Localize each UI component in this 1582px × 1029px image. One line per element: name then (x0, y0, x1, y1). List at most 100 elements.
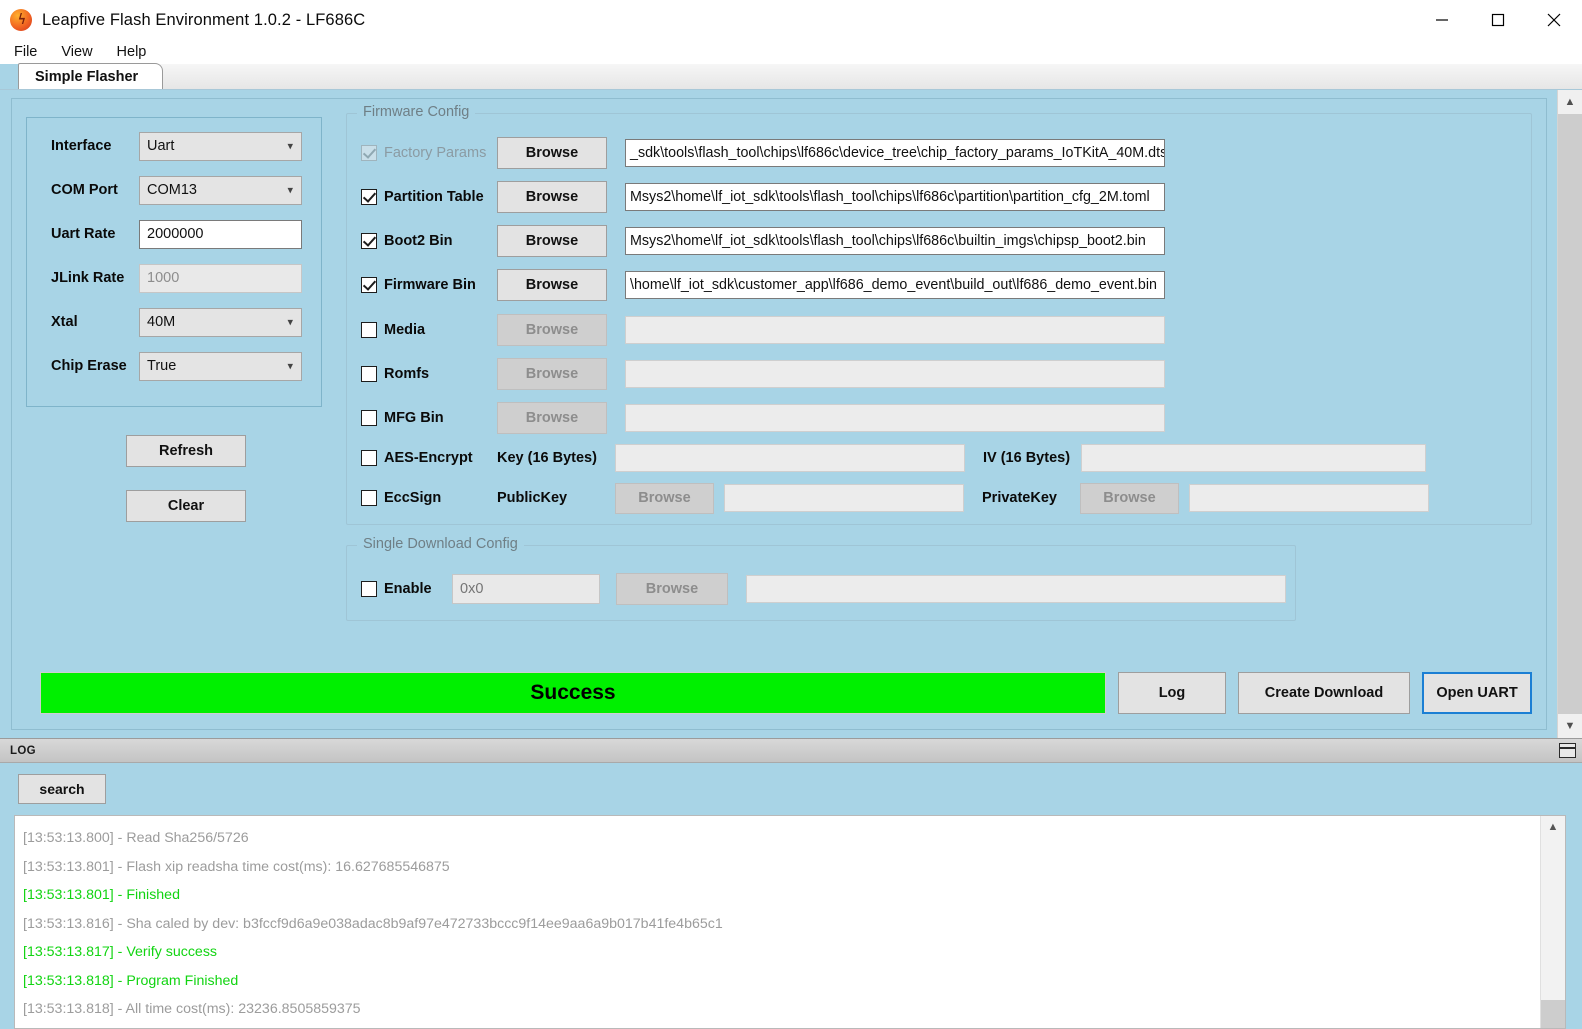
ecc-sign-checkbox[interactable] (361, 490, 377, 506)
chevron-down-icon: ▾ (287, 360, 293, 373)
log-scroll-thumb[interactable] (1541, 1000, 1565, 1028)
menu-item-view[interactable]: View (56, 42, 103, 62)
browse-label: Browse (638, 490, 691, 506)
mfg-bin-checkbox[interactable] (361, 410, 377, 426)
firmware-row-mfg-bin: MFG Bin Browse (347, 401, 1531, 435)
title-bar: ϟ Leapfive Flash Environment 1.0.2 - LF6… (0, 0, 1582, 40)
jlink-rate-label: JLink Rate (51, 270, 125, 286)
partition-table-checkbox[interactable] (361, 189, 377, 205)
window-title: Leapfive Flash Environment 1.0.2 - LF686… (42, 10, 366, 29)
firmware-bin-path-field[interactable]: \home\lf_iot_sdk\customer_app\lf686_demo… (625, 271, 1165, 299)
partition-table-path-field[interactable]: Msys2\home\lf_iot_sdk\tools\flash_tool\c… (625, 183, 1165, 211)
application-window: ϟ Leapfive Flash Environment 1.0.2 - LF6… (0, 0, 1582, 1029)
com-port-select[interactable]: COM13 ▾ (139, 175, 302, 205)
main-content-area: Interface Uart ▾ COM Port COM13 ▾ Uart R… (0, 90, 1582, 738)
interface-select[interactable]: Uart ▾ (139, 131, 302, 161)
log-search-button[interactable]: search (18, 774, 106, 804)
partition-table-label: Partition Table (384, 189, 484, 205)
create-download-button[interactable]: Create Download (1238, 672, 1410, 714)
firmware-bin-browse-button[interactable]: Browse (497, 269, 607, 301)
boot2-bin-checkbox[interactable] (361, 233, 377, 249)
device-config-group: Interface Uart ▾ COM Port COM13 ▾ Uart R… (26, 117, 322, 407)
log-button[interactable]: Log (1118, 672, 1226, 714)
factory-params-browse-button[interactable]: Browse (497, 137, 607, 169)
xtal-select[interactable]: 40M ▾ (139, 307, 302, 337)
single-download-address-input[interactable] (452, 574, 600, 604)
aes-key-input[interactable] (615, 444, 965, 472)
aes-iv-input[interactable] (1081, 444, 1426, 472)
tab-label: Simple Flasher (35, 68, 139, 85)
uart-rate-input[interactable] (139, 219, 302, 249)
public-key-field[interactable] (724, 484, 964, 512)
browse-label: Browse (525, 233, 579, 249)
factory-params-path-field[interactable]: _sdk\tools\flash_tool\chips\lf686c\devic… (625, 139, 1165, 167)
firmware-config-legend: Firmware Config (357, 104, 476, 120)
menu-item-help[interactable]: Help (112, 42, 158, 62)
mfg-bin-browse-button: Browse (497, 402, 607, 434)
log-output-container: [13:53:13.800] - Read Sha256/5726 [13:53… (14, 815, 1566, 1029)
firmware-bin-checkbox[interactable] (361, 277, 377, 293)
maximize-icon[interactable] (1470, 0, 1526, 40)
log-dock-panel: LOG search [13:53:13.800] - Read Sha256/… (0, 738, 1582, 1029)
firmware-config-group: Firmware Config Factory Params Browse _s… (346, 104, 1532, 525)
menu-bar: File View Help (0, 40, 1582, 64)
single-download-enable-wrap: Enable (347, 581, 452, 597)
com-port-value: COM13 (147, 182, 197, 198)
tab-simple-flasher[interactable]: Simple Flasher (18, 63, 164, 89)
minimize-icon[interactable] (1414, 0, 1470, 40)
browse-label: Browse (525, 366, 579, 382)
firmware-row-romfs: Romfs Browse (347, 357, 1531, 391)
boot2-bin-path-field[interactable]: Msys2\home\lf_iot_sdk\tools\flash_tool\c… (625, 227, 1165, 255)
log-line: [13:53:13.818] - All time cost(ms): 2323… (23, 1001, 361, 1017)
window-controls (1414, 0, 1582, 40)
progress-status-bar: Success (40, 672, 1106, 714)
clear-button[interactable]: Clear (126, 490, 246, 522)
single-download-browse-button: Browse (616, 573, 728, 605)
boot2-bin-browse-button[interactable]: Browse (497, 225, 607, 257)
dock-window-icon[interactable] (1559, 743, 1576, 758)
scroll-down-arrow-icon[interactable]: ▼ (1558, 714, 1582, 738)
scroll-up-arrow-icon[interactable]: ▲ (1558, 90, 1582, 114)
factory-params-checkbox-wrap: Factory Params (347, 145, 497, 161)
browse-label: Browse (525, 322, 579, 338)
interface-label: Interface (51, 138, 112, 154)
chip-erase-value: True (147, 358, 177, 374)
log-scroll-track[interactable] (1541, 838, 1565, 1000)
browse-label: Browse (1103, 490, 1156, 506)
firmware-row-partition-table: Partition Table Browse Msys2\home\lf_iot… (347, 180, 1531, 214)
menu-item-file[interactable]: File (9, 42, 48, 62)
jlink-rate-input (139, 263, 302, 293)
private-key-field[interactable] (1189, 484, 1429, 512)
single-download-enable-checkbox[interactable] (361, 581, 377, 597)
media-checkbox[interactable] (361, 322, 377, 338)
romfs-browse-button: Browse (497, 358, 607, 390)
scroll-track[interactable] (1558, 114, 1582, 714)
chevron-down-icon: ▾ (287, 140, 293, 153)
flash-logo-icon: ϟ (10, 9, 32, 31)
status-action-bar: Success Log Create Download Open UART (40, 671, 1532, 715)
partition-table-browse-button[interactable]: Browse (497, 181, 607, 213)
firmware-row-ecc-sign: EccSign PublicKey Browse PrivateKey Brow… (347, 481, 1531, 515)
log-line: [13:53:13.800] - Read Sha256/5726 (23, 830, 249, 846)
refresh-button-label: Refresh (159, 443, 213, 459)
refresh-button[interactable]: Refresh (126, 435, 246, 467)
aes-encrypt-checkbox-wrap: AES-Encrypt (347, 450, 497, 466)
flasher-panel: Interface Uart ▾ COM Port COM13 ▾ Uart R… (11, 98, 1547, 730)
main-vertical-scrollbar[interactable]: ▲ ▼ (1557, 90, 1582, 738)
aes-encrypt-checkbox[interactable] (361, 450, 377, 466)
log-scroll-up-arrow-icon[interactable]: ▲ (1541, 816, 1565, 838)
romfs-checkbox[interactable] (361, 366, 377, 382)
firmware-bin-label: Firmware Bin (384, 277, 476, 293)
close-icon[interactable] (1526, 0, 1582, 40)
open-uart-button[interactable]: Open UART (1422, 672, 1532, 714)
log-vertical-scrollbar[interactable]: ▲ (1540, 816, 1565, 1028)
aes-iv-label: IV (16 Bytes) (983, 450, 1071, 466)
log-output[interactable]: [13:53:13.800] - Read Sha256/5726 [13:53… (15, 816, 1540, 1028)
browse-label: Browse (525, 189, 579, 205)
firmware-row-factory-params: Factory Params Browse _sdk\tools\flash_t… (347, 136, 1531, 170)
chip-erase-select[interactable]: True ▾ (139, 351, 302, 381)
aes-encrypt-label: AES-Encrypt (384, 450, 473, 466)
partition-table-checkbox-wrap: Partition Table (347, 189, 497, 205)
create-download-button-label: Create Download (1264, 685, 1384, 701)
log-line: [13:53:13.801] - Flash xip readsha time … (23, 858, 450, 875)
